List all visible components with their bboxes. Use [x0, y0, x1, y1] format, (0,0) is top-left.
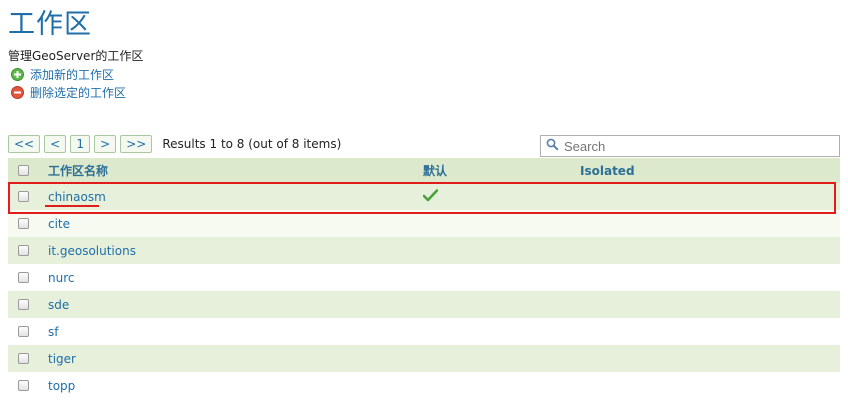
table-row: topp [8, 372, 840, 399]
row-checkbox[interactable] [18, 299, 29, 310]
row-checkbox[interactable] [18, 245, 29, 256]
table-row: sde [8, 291, 840, 318]
workspace-link[interactable]: sde [48, 298, 69, 312]
remove-workspace-label: 删除选定的工作区 [30, 86, 127, 100]
first-page-button[interactable]: << [8, 135, 41, 153]
workspace-link[interactable]: nurc [48, 271, 74, 285]
table-row: chinaosm [8, 183, 840, 210]
row-checkbox[interactable] [18, 218, 29, 229]
page-1-button[interactable]: 1 [70, 135, 91, 153]
column-header-isolated[interactable]: Isolated [580, 164, 635, 178]
page-description: 管理GeoServer的工作区 [8, 49, 144, 63]
workspaces-table: 工作区名称 默认 Isolated chinaosm cite it.geoso… [8, 158, 840, 399]
row-checkbox[interactable] [18, 191, 29, 202]
table-row: tiger [8, 345, 840, 372]
row-checkbox[interactable] [18, 272, 29, 283]
search-box [540, 135, 840, 157]
column-header-default[interactable]: 默认 [423, 162, 447, 179]
table-row: cite [8, 210, 840, 237]
magnifier-icon [546, 138, 559, 154]
select-all-checkbox[interactable] [18, 165, 29, 176]
plus-circle-icon [11, 68, 24, 81]
pager: << < 1 > >> Results 1 to 8 (out of 8 ite… [8, 135, 341, 153]
row-checkbox[interactable] [18, 353, 29, 364]
checkmark-icon [422, 188, 439, 205]
workspace-link[interactable]: tiger [48, 352, 76, 366]
workspace-link[interactable]: it.geosolutions [48, 244, 136, 258]
workspace-link[interactable]: cite [48, 217, 70, 231]
prev-page-button[interactable]: < [44, 135, 67, 153]
next-page-button[interactable]: > [94, 135, 117, 153]
add-workspace-link[interactable]: 添加新的工作区 [11, 66, 114, 83]
table-row: nurc [8, 264, 840, 291]
remove-workspace-link[interactable]: 删除选定的工作区 [11, 84, 126, 101]
workspace-link[interactable]: sf [48, 325, 58, 339]
table-row: it.geosolutions [8, 237, 840, 264]
add-workspace-label: 添加新的工作区 [30, 68, 115, 82]
column-header-name[interactable]: 工作区名称 [48, 162, 108, 179]
results-count: Results 1 to 8 (out of 8 items) [162, 137, 342, 151]
table-header: 工作区名称 默认 Isolated [8, 158, 840, 183]
table-row: sf [8, 318, 840, 345]
row-checkbox[interactable] [18, 326, 29, 337]
workspace-link[interactable]: topp [48, 379, 75, 393]
search-input[interactable] [564, 138, 834, 154]
row-checkbox[interactable] [18, 380, 29, 391]
page-title: 工作区 [8, 9, 92, 40]
last-page-button[interactable]: >> [120, 135, 153, 153]
workspace-link[interactable]: chinaosm [48, 190, 106, 204]
minus-circle-icon [11, 86, 24, 99]
